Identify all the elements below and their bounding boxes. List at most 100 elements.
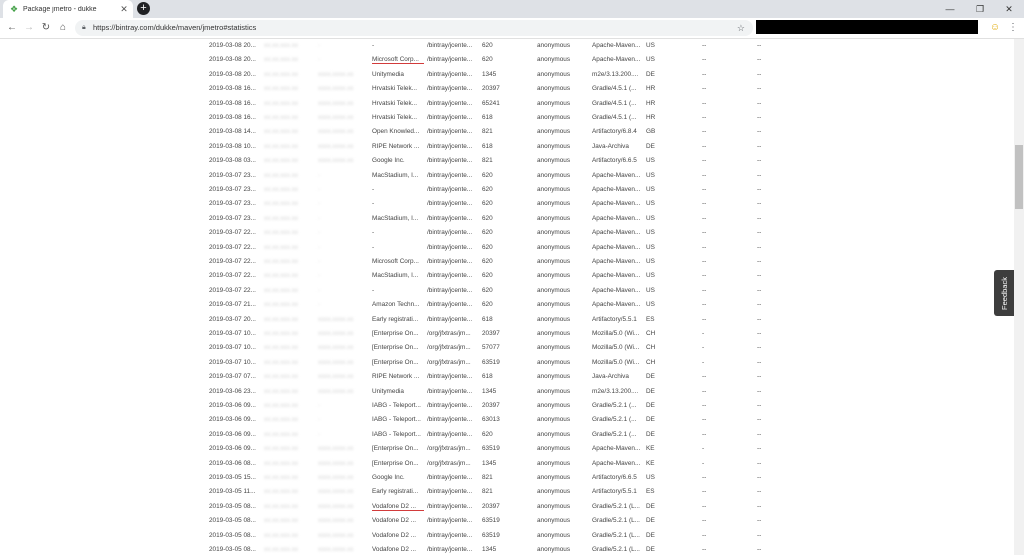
url-text[interactable]: https://bintray.com/dukke/maven/jmetro#s… [93,20,256,36]
row-user-agent: Apache-Maven... [592,229,641,237]
row-country: KE [646,445,655,453]
new-tab-button[interactable]: + [137,2,150,15]
tab-close-icon[interactable]: ✕ [119,4,129,15]
row-date: 2019-03-06 09... [209,430,256,438]
table-row: 2019-03-07 22... xx.xx.xxx.xx - Microsoft C… [0,255,1014,269]
row-size: 20397 [482,85,500,93]
row-size: 620 [482,42,493,49]
row-date: 2019-03-07 22... [209,229,256,237]
back-arrow-icon[interactable]: ← [4,20,20,36]
row-user-agent: Gradle/5.2.1 (L... [592,531,640,539]
row-size: 620 [482,229,493,237]
minimize-button[interactable]: — [935,0,965,18]
row-extra-1: -- [702,214,707,222]
row-user: anonymous [537,330,571,337]
row-date: 2019-03-07 23... [209,186,256,193]
forward-arrow-icon[interactable]: → [21,20,37,36]
row-date: 2019-03-08 14... [209,128,256,136]
row-extra-1: -- [702,502,707,510]
row-size: 618 [482,114,493,121]
table-row: 2019-03-07 22... xx.xx.xxx.xx - -/bintray/j… [0,226,1014,240]
row-extra-2: -- [757,330,762,337]
row-organization: MacStadium, I... [372,214,419,222]
row-ip: xx.xx.xxx.xx [264,358,299,366]
home-icon[interactable]: ⌂ [55,20,71,36]
row-extra-1: -- [702,243,707,251]
row-date: 2019-03-07 10... [209,358,256,366]
tab-title: Package jmetro - dukke [23,5,97,13]
row-user: anonymous [537,416,571,424]
bookmark-star-icon[interactable]: ☆ [737,20,745,36]
row-extra-1: -- [702,99,707,107]
row-path: /bintray/jcente... [427,546,473,553]
table-row: 2019-03-05 11... xx.xx.xxx.xx xxxx.xxxx.xx… [0,485,1014,499]
close-window-button[interactable]: ✕ [994,0,1024,18]
row-ip: xx.xx.xxx.xx [264,85,299,93]
browser-tab[interactable]: ❖ Package jmetro - dukke ✕ [3,0,133,18]
row-extra-2: -- [757,445,762,453]
row-ip: xx.xx.xxx.xx [264,229,299,237]
row-country: US [646,171,655,179]
row-hostname: xxxx.xxxx.xx [318,474,354,481]
row-extra-1: -- [702,517,707,525]
row-user: anonymous [537,99,571,107]
row-size: 20397 [482,402,500,409]
row-country: CH [646,344,656,352]
row-ip: xx.xx.xxx.xx [264,42,299,49]
row-user-agent: Gradle/5.2.1 (L... [592,517,640,525]
feedback-button[interactable]: Feedback [994,270,1014,316]
row-hostname: - [318,301,321,309]
row-country: US [646,200,655,208]
row-date: 2019-03-08 20... [209,70,256,78]
row-organization: Early registrati... [372,315,419,323]
table-row: 2019-03-08 14... xx.xx.xxx.xx xxxx.xxxx.xx… [0,125,1014,139]
maximize-button[interactable]: ❐ [965,0,995,18]
row-hostname: xxxx.xxxx.xx [318,142,354,150]
row-date: 2019-03-07 23... [209,200,256,208]
row-path: /bintray/jcente... [427,517,473,525]
table-row: 2019-03-07 23... xx.xx.xxx.xx - MacStadium,… [0,169,1014,183]
extension-emoji-icon[interactable]: ☺ [988,21,1002,35]
row-hostname: - [318,286,321,294]
row-hostname: - [318,171,321,179]
row-organization: Vodafone D2 ... [372,531,417,539]
row-hostname: - [318,229,321,237]
row-ip: xx.xx.xxx.xx [264,474,299,481]
row-country: US [646,42,655,49]
row-date: 2019-03-06 23... [209,387,256,395]
row-user: anonymous [537,344,571,352]
row-path: /org/jfxtras/jm... [427,330,471,337]
page-scrollbar[interactable] [1014,39,1024,555]
row-date: 2019-03-07 22... [209,258,256,265]
menu-kebab-icon[interactable]: ⋮ [1006,21,1020,35]
row-date: 2019-03-07 07... [209,373,256,381]
row-extra-1: -- [702,546,707,553]
row-user-agent: Artifactory/6.6.5 [592,474,637,481]
row-hostname: - [318,214,321,222]
scrollbar-thumb[interactable] [1015,145,1023,209]
row-ip: xx.xx.xxx.xx [264,402,299,409]
reload-icon[interactable]: ↻ [38,20,54,36]
row-path: /bintray/jcente... [427,70,473,78]
row-ip: xx.xx.xxx.xx [264,243,299,251]
table-row: 2019-03-08 20... xx.xx.xxx.xx - Microsoft C… [0,53,1014,67]
row-country: DE [646,517,655,525]
row-ip: xx.xx.xxx.xx [264,214,299,222]
row-date: 2019-03-05 08... [209,517,256,525]
table-row: 2019-03-05 08... xx.xx.xxx.xx xxxx.xxxx.xx… [0,514,1014,528]
redacted-extensions-bar [756,20,978,34]
row-user-agent: Artifactory/6.8.4 [592,128,637,136]
row-user-agent: m2e/3.13.200.... [592,70,639,78]
row-hostname: - [318,200,321,208]
row-user-agent: Artifactory/6.6.5 [592,157,637,165]
row-path: /bintray/jcente... [427,243,473,251]
row-size: 620 [482,56,493,64]
row-date: 2019-03-05 08... [209,546,256,553]
row-extra-2: -- [757,546,762,553]
row-date: 2019-03-07 23... [209,171,256,179]
row-extra-2: -- [757,416,762,424]
row-extra-1: -- [702,56,707,64]
table-row: 2019-03-08 16... xx.xx.xxx.xx xxxx.xxxx.xx… [0,111,1014,125]
row-path: /bintray/jcente... [427,387,473,395]
address-bar[interactable]: 🔒︎ https://bintray.com/dukke/maven/jmetr… [75,20,753,36]
